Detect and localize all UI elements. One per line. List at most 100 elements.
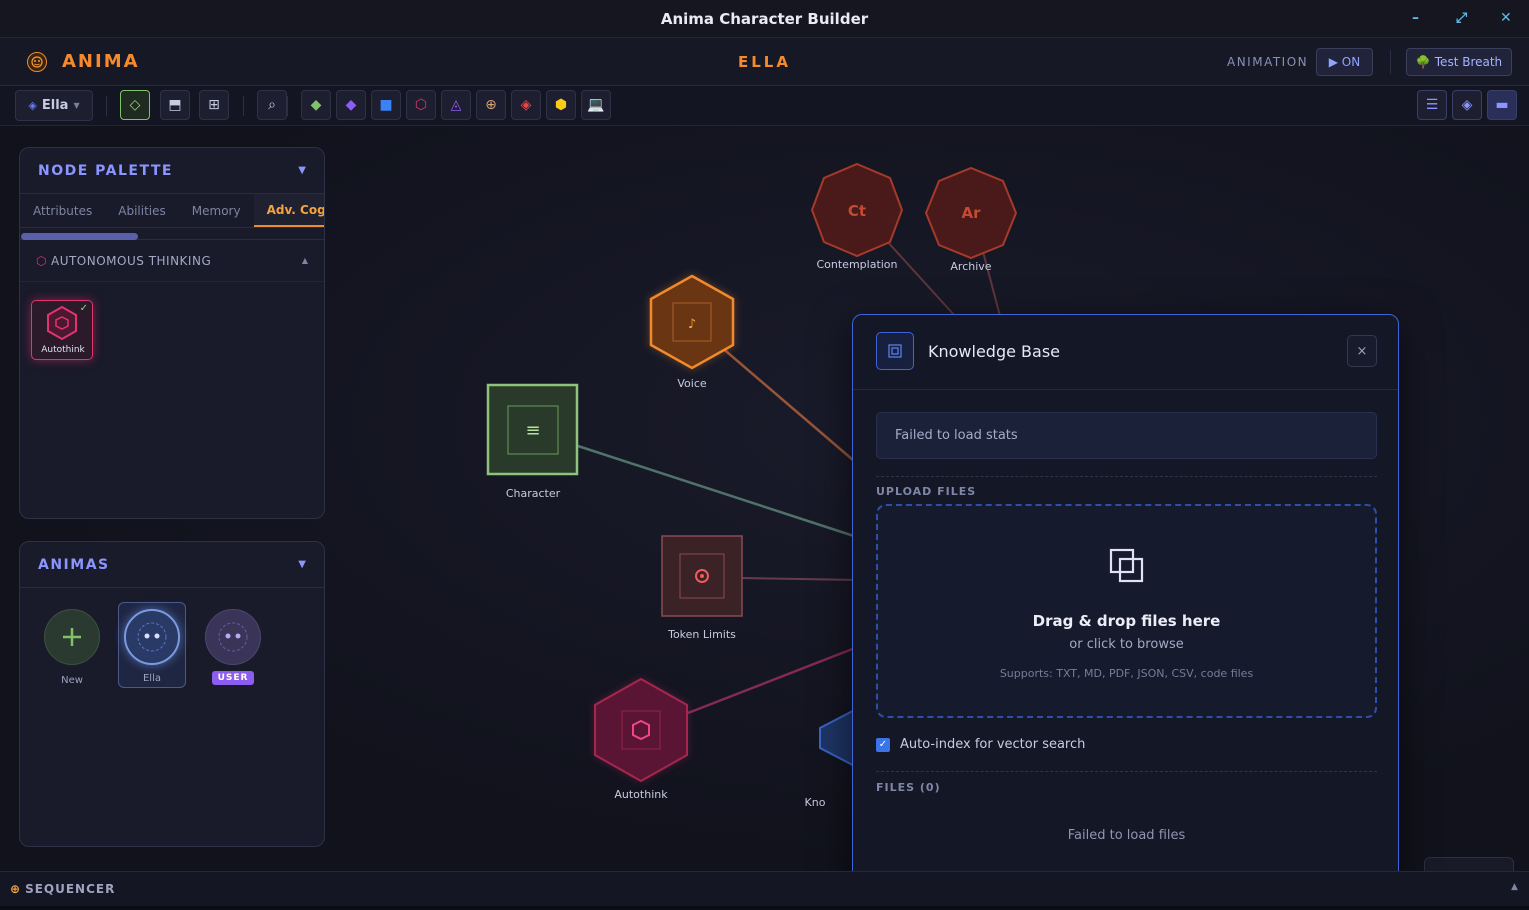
autonomous-thinking-section-header[interactable]: ⬡ AUTONOMOUS THINKING ▲: [20, 240, 324, 282]
panel-tool-button[interactable]: ⬒: [160, 90, 190, 120]
file-drop-zone[interactable]: Drag & drop files here or click to brows…: [876, 504, 1377, 718]
animas-header[interactable]: ANIMAS ▼: [20, 542, 324, 588]
globe-node-button[interactable]: ⊕: [476, 90, 506, 120]
avatar: [205, 609, 261, 665]
anima-selector[interactable]: ◈ Ella ▼: [15, 90, 93, 121]
section-title: AUTONOMOUS THINKING: [50, 253, 212, 268]
anima-item-ella[interactable]: Ella: [118, 602, 186, 688]
header-divider: [1390, 50, 1391, 74]
attribute-node-button[interactable]: ◆: [301, 90, 331, 120]
collapse-icon[interactable]: ▼: [298, 559, 306, 570]
anima-selector-value: Ella: [41, 98, 69, 113]
computer-node-button[interactable]: 💻: [581, 90, 611, 120]
drop-title: Drag & drop files here: [1032, 612, 1221, 630]
contemplation-abbr: Ct: [848, 202, 866, 220]
supported-formats: Supports: TXT, MD, PDF, JSON, CSV, code …: [999, 667, 1254, 680]
token-node-button[interactable]: ◈: [511, 90, 541, 120]
upload-files-label: UPLOAD FILES: [876, 485, 977, 498]
voice-label: Voice: [677, 377, 707, 390]
files-count-label: FILES (0): [876, 781, 941, 794]
toolbar: ◈ Ella ▼ ◇ ⬒ ⊞ ⌕ ◆ ◆ ■ ⬡ ◬ ⊕ ◈ ⬢ 💻 ☰ ◈ ▬: [0, 86, 1529, 126]
window-title: Anima Character Builder: [660, 9, 869, 28]
modal-close-button[interactable]: ×: [1347, 335, 1377, 367]
animation-toggle-button[interactable]: ▶ ON: [1316, 48, 1373, 76]
diamond-icon: ◈: [28, 99, 37, 112]
auto-index-label: Auto-index for vector search: [900, 737, 1086, 752]
hex-node-button[interactable]: ⬢: [546, 90, 576, 120]
tab-attributes[interactable]: Attributes: [20, 194, 105, 227]
select-tool-button[interactable]: ◇: [120, 90, 150, 120]
autothink-node[interactable]: [594, 677, 688, 783]
stats-error: Failed to load stats: [876, 412, 1377, 459]
triangle-node-button[interactable]: ◬: [441, 90, 471, 120]
node-view-button[interactable]: ◈: [1452, 90, 1482, 120]
anima-ella-label: Ella: [142, 673, 161, 684]
avatar: [124, 609, 180, 665]
minimize-button[interactable]: –: [1412, 10, 1419, 26]
search-tool-button[interactable]: ⌕: [257, 90, 287, 120]
autothink-label: Autothink: [614, 788, 668, 801]
palette-item-autothink[interactable]: ✓ Autothink: [31, 300, 93, 360]
tabs-scrollbar[interactable]: [20, 228, 324, 240]
auto-index-row[interactable]: ✓ Auto-index for vector search: [876, 737, 1085, 752]
voice-node[interactable]: ♪: [649, 274, 735, 370]
maximize-button[interactable]: ⤢: [1456, 10, 1467, 26]
edge-autothink: [687, 644, 861, 715]
auto-index-checkbox[interactable]: ✓: [876, 737, 890, 752]
knowledge-icon: [876, 332, 914, 370]
token-limits-node[interactable]: [661, 535, 743, 617]
sequencer-icon: ⊕: [10, 882, 22, 896]
modal-header: Knowledge Base ×: [853, 315, 1398, 390]
ability-node-button[interactable]: ◆: [336, 90, 366, 120]
copy-files-icon: [1109, 548, 1144, 583]
token-limits-label: Token Limits: [668, 628, 736, 641]
plus-icon: [44, 609, 100, 665]
tab-memory[interactable]: Memory: [179, 194, 254, 227]
character-node[interactable]: ≡: [486, 383, 579, 476]
archive-node[interactable]: Ar: [924, 166, 1018, 260]
test-breath-button[interactable]: 🌳 Test Breath: [1406, 48, 1512, 76]
archive-abbr: Ar: [961, 204, 981, 222]
modal-title: Knowledge Base: [928, 342, 1060, 361]
close-window-button[interactable]: ✕: [1500, 10, 1512, 26]
divider: [876, 771, 1377, 772]
tabs-scrollbar-thumb[interactable]: [21, 233, 138, 240]
toolbar-divider: [106, 96, 107, 116]
contemplation-node[interactable]: Ct: [810, 162, 904, 258]
node-palette-title: NODE PALETTE: [38, 162, 173, 179]
app-header: ANIMA ELLA ANIMATION ▶ ON 🌳 Test Breath: [0, 38, 1529, 86]
files-error: Failed to load files: [1067, 828, 1186, 843]
tab-abilities[interactable]: Abilities: [105, 194, 179, 227]
chevron-up-icon: ▲: [301, 256, 308, 265]
new-anima-button[interactable]: New: [38, 609, 106, 686]
list-view-button[interactable]: ☰: [1417, 90, 1447, 120]
check-icon: ✓: [79, 303, 88, 314]
knowledge-label-partial: Kno: [804, 796, 826, 809]
drop-subtitle: or click to browse: [1069, 637, 1184, 652]
animas-panel: ANIMAS ▼ New Ella USER: [19, 541, 325, 847]
collapse-view-button[interactable]: ▬: [1487, 90, 1517, 120]
contemplation-label: Contemplation: [816, 258, 898, 271]
user-badge: USER: [211, 671, 255, 685]
sequencer-label: SEQUENCER: [25, 882, 116, 896]
edge-token-limits: [741, 577, 861, 581]
character-icon: ≡: [525, 420, 540, 441]
grid-tool-button[interactable]: ⊞: [199, 90, 229, 120]
autothink-node-button[interactable]: ⬡: [406, 90, 436, 120]
tab-adv-cog[interactable]: Adv. Cog: [253, 194, 324, 227]
tree-icon: 🌳: [1415, 55, 1431, 69]
node-palette-header[interactable]: NODE PALETTE ▼: [20, 148, 324, 194]
knowledge-node-button[interactable]: ■: [371, 90, 401, 120]
test-breath-label: Test Breath: [1434, 55, 1503, 69]
anima-item-user[interactable]: USER: [199, 609, 267, 685]
microphone-icon: ♪: [688, 317, 696, 332]
animas-title: ANIMAS: [38, 556, 110, 573]
sequencer-bar[interactable]: ⊕ SEQUENCER: [0, 871, 1529, 906]
edge-character: [577, 444, 861, 540]
node-palette-panel: NODE PALETTE ▼ Attributes Abilities Memo…: [19, 147, 325, 519]
bottom-edge: [0, 906, 1529, 910]
collapse-icon[interactable]: ▼: [298, 165, 306, 176]
hexagon-icon: ⬡: [36, 253, 47, 268]
expand-sequencer-icon[interactable]: ▲: [1511, 882, 1518, 892]
new-anima-label: New: [61, 675, 83, 686]
